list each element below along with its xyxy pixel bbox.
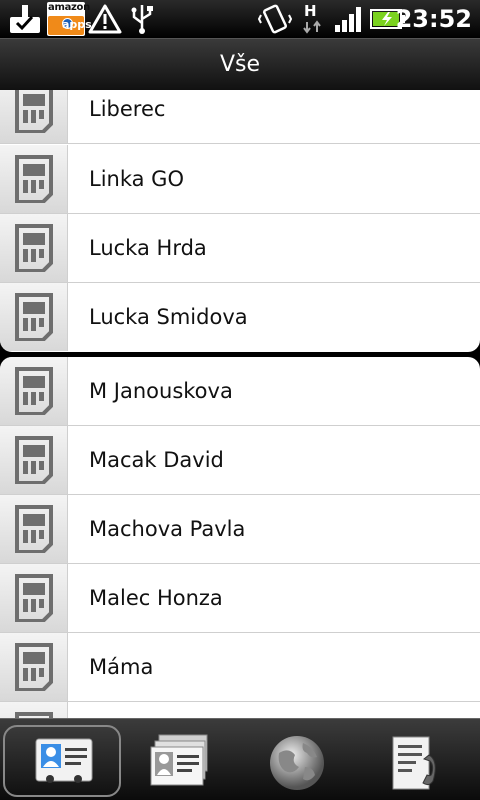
contact-row[interactable]: Malec Honza: [0, 564, 480, 633]
call-history-tab[interactable]: [356, 725, 474, 797]
groups-tab[interactable]: [120, 725, 238, 797]
contact-name: Machova Pavla: [89, 517, 246, 541]
sim-card-icon: [0, 426, 68, 494]
contact-row[interactable]: Máma: [0, 633, 480, 702]
contact-name: Máma: [89, 655, 154, 679]
contact-group-l: Liberec Linka GO Lucka Hrda Lucka Smidov…: [0, 90, 480, 352]
contact-name: Macak David: [89, 448, 224, 472]
sim-card-icon: [0, 214, 68, 282]
svg-text:H: H: [304, 2, 317, 20]
contact-name: Lucka Smidova: [89, 305, 248, 329]
sim-card-icon: [0, 357, 68, 425]
bottom-tab-bar: [0, 718, 480, 800]
contact-name: Malec Honza: [89, 586, 223, 610]
contact-name: Linka GO: [89, 167, 184, 191]
header: Vše: [0, 38, 480, 90]
sim-card-icon: [0, 564, 68, 632]
amazon-apps-icon[interactable]: amazon apps: [47, 2, 92, 36]
online-directories-tab[interactable]: [238, 725, 356, 797]
usb-icon: [128, 3, 156, 39]
contact-row[interactable]: [0, 702, 480, 718]
contact-row[interactable]: Linka GO: [0, 145, 480, 214]
sim-card-icon: [0, 283, 68, 351]
contact-row[interactable]: Liberec: [0, 90, 480, 144]
status-time: 23:52: [395, 5, 472, 33]
sim-card-icon: [0, 702, 68, 718]
sd-card-check-icon: [8, 3, 42, 39]
vibrate-icon: [257, 3, 293, 39]
contact-name: Lucka Hrda: [89, 236, 207, 260]
contact-row[interactable]: Lucka Smidova: [0, 283, 480, 352]
contact-row[interactable]: Macak David: [0, 426, 480, 495]
sim-card-icon: [0, 145, 68, 213]
contact-row[interactable]: Lucka Hrda: [0, 214, 480, 283]
contact-row[interactable]: Machova Pavla: [0, 495, 480, 564]
contact-name: Liberec: [89, 97, 166, 121]
warning-icon: [88, 3, 122, 39]
hspa-data-icon: H: [300, 2, 326, 40]
sim-card-icon: [0, 633, 68, 701]
status-bar: amazon apps H 23:52: [0, 0, 480, 38]
signal-bars-icon: [334, 5, 364, 37]
sim-card-icon: [0, 90, 68, 143]
page-title: Vše: [219, 52, 261, 77]
contact-row[interactable]: M Janouskova: [0, 357, 480, 426]
contact-name: M Janouskova: [89, 379, 233, 403]
contact-group-m: M Janouskova Macak David Machova Pavla M…: [0, 357, 480, 718]
sim-card-icon: [0, 495, 68, 563]
contacts-tab[interactable]: [3, 725, 121, 797]
contact-list[interactable]: Liberec Linka GO Lucka Hrda Lucka Smidov…: [0, 90, 480, 718]
